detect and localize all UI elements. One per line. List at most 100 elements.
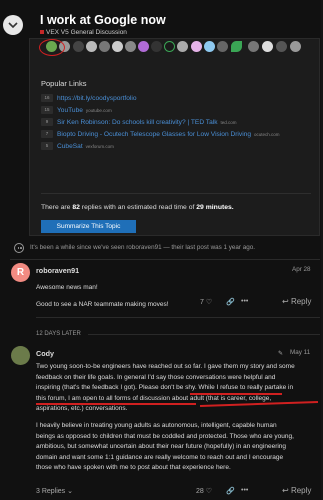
link-click-count: 7 [41, 130, 53, 138]
share-link-icon[interactable]: 🔗 [226, 487, 235, 495]
participant-avatar[interactable] [191, 41, 202, 52]
post-divider [36, 317, 320, 318]
pencil-icon[interactable]: ✎ [278, 350, 283, 357]
post-body: Awesome news man! Good to see a NAR team… [36, 283, 306, 310]
post-body: Two young soon-to-be engineers have reac… [36, 362, 318, 474]
participant-avatar[interactable] [164, 41, 175, 52]
replies-label: 3 Replies [36, 488, 66, 495]
participant-avatar[interactable] [276, 41, 287, 52]
time-gap-line [88, 334, 320, 335]
post-line: ambitious, but somewhat uncertain about … [36, 443, 287, 451]
time-gap-label: 12 DAYS LATER [36, 331, 81, 337]
reply-arrow-icon: ↩ [282, 486, 289, 495]
panel-divider [41, 193, 311, 194]
highlight-circle-annotation [39, 39, 65, 56]
post-username[interactable]: Cody [36, 349, 54, 358]
share-link-icon[interactable]: 🔗 [226, 298, 235, 306]
post-paragraph: Good to see a NAR teammate making moves! [36, 300, 169, 308]
link-title[interactable]: YouTube [57, 107, 83, 114]
popular-link[interactable]: 5 CubeSat vexforum.com [41, 142, 114, 151]
more-actions-icon[interactable]: ••• [241, 487, 248, 494]
link-title[interactable]: Biopto Driving - Ocutech Telescope Glass… [57, 131, 251, 138]
chevron-down-icon: ⌄ [67, 488, 74, 495]
topic-map: Popular Links 16 https://bit.ly/coodyspor… [29, 38, 320, 236]
participant-avatar[interactable] [248, 41, 259, 52]
popular-link[interactable]: 9 Sir Ken Robinson: Do schools kill creat… [41, 118, 237, 127]
link-title[interactable]: CubeSat [57, 143, 83, 150]
post-line: feedback on their life goals. In general… [36, 373, 276, 381]
participant-avatar[interactable] [125, 41, 136, 52]
reply-button[interactable]: ↩ Reply [282, 486, 311, 495]
link-title[interactable]: https://bit.ly/coodysportfolio [57, 95, 137, 102]
link-domain: ted.com [220, 119, 237, 125]
post-line: beings as opposed to children that must … [36, 432, 294, 440]
reply-label: Reply [290, 297, 312, 306]
post-date[interactable]: May 11 [290, 349, 310, 356]
like-count[interactable]: 7 ♡ [200, 298, 212, 306]
category-badge[interactable]: VEX V5 General Discussion [40, 29, 127, 36]
participant-avatar[interactable] [217, 41, 228, 52]
underline-annotation [190, 393, 282, 395]
participant-avatar[interactable] [290, 41, 301, 52]
post-line: Two young soon-to-be engineers have reac… [36, 363, 295, 370]
smiley-icon [14, 243, 24, 253]
participant-avatar[interactable] [86, 41, 97, 52]
post-line: I heavily believe in treating young adul… [36, 421, 277, 429]
reply-arrow-icon: ↩ [282, 297, 289, 306]
link-domain: vexforum.com [85, 143, 114, 149]
avatar[interactable] [11, 346, 30, 365]
post-date[interactable]: Apr 28 [292, 266, 311, 273]
popular-link[interactable]: 7 Biopto Driving - Ocutech Telescope Glas… [41, 130, 280, 139]
post-divider [10, 259, 320, 260]
participant-avatar[interactable] [138, 41, 149, 52]
link-domain: youtube.com [85, 107, 112, 113]
topic-title[interactable]: I work at Google now [40, 13, 166, 27]
participant-avatar[interactable] [262, 41, 273, 52]
participant-avatar[interactable] [99, 41, 110, 52]
link-click-count: 5 [41, 142, 53, 150]
read-time: 29 minutes. [196, 204, 234, 211]
link-click-count: 16 [41, 94, 53, 102]
heart-icon: ♡ [205, 299, 213, 306]
participant-avatar[interactable] [73, 41, 84, 52]
heart-icon: ♡ [205, 488, 213, 495]
link-title[interactable]: Sir Ken Robinson: Do schools kill creati… [57, 119, 218, 126]
post-line: domain and want some 1:1 guidance are re… [36, 453, 284, 461]
popular-link[interactable]: 15 YouTube youtube.com [41, 106, 112, 115]
summary-info: There are 82 replies with an estimated r… [41, 204, 234, 211]
avatar[interactable]: R [11, 263, 30, 282]
participant-avatars [36, 39, 321, 56]
like-count-value: 7 [200, 299, 204, 306]
chevron-down-icon [8, 22, 18, 29]
participant-avatar[interactable] [231, 41, 242, 52]
reply-button[interactable]: ↩ Reply [282, 297, 311, 306]
category-name: VEX V5 General Discussion [46, 29, 127, 36]
reply-count: 82 [72, 204, 80, 211]
collapse-header-button[interactable] [3, 15, 23, 35]
participant-avatar[interactable] [112, 41, 123, 52]
post-username[interactable]: roboraven91 [36, 266, 79, 275]
link-click-count: 9 [41, 118, 53, 126]
time-gap-notice: It's been a while since we've seen robor… [30, 244, 256, 251]
post-line: aspirations, etc.) conversations. [36, 405, 128, 413]
summary-prefix: There are [41, 204, 73, 211]
popular-links-title: Popular Links [41, 79, 87, 88]
category-color-square [40, 30, 44, 35]
link-click-count: 15 [41, 106, 53, 114]
post-paragraph: Awesome news man! [36, 284, 98, 291]
participant-avatar[interactable] [204, 41, 215, 52]
reply-label: Reply [290, 486, 312, 495]
more-actions-icon[interactable]: ••• [241, 298, 248, 305]
topic-header: I work at Google now VEX V5 General Disc… [0, 0, 323, 40]
like-count-value: 28 [196, 488, 204, 495]
show-replies-button[interactable]: 3 Replies ⌄ [36, 487, 73, 495]
participant-avatar[interactable] [177, 41, 188, 52]
summary-middle: replies with an estimated read time of [79, 204, 197, 211]
popular-link[interactable]: 16 https://bit.ly/coodysportfolio [41, 94, 140, 103]
link-domain: ocutech.com [254, 131, 280, 137]
like-count[interactable]: 28 ♡ [196, 487, 212, 495]
participant-avatar[interactable] [151, 41, 162, 52]
summarize-topic-button[interactable]: Summarize This Topic [41, 220, 136, 233]
post-line: those who have spoken with me to post ab… [36, 464, 231, 472]
underline-annotation [36, 403, 196, 405]
